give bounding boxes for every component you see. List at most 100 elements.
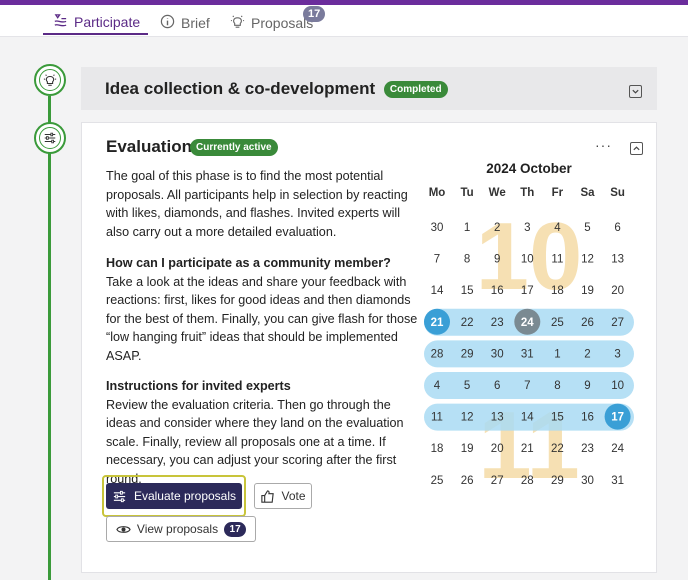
thumbs-up-icon bbox=[261, 489, 275, 503]
experts-text: Review the evaluation criteria. Then go … bbox=[106, 397, 404, 486]
calendar-day: 29 bbox=[461, 348, 474, 360]
experts-heading: Instructions for invited experts bbox=[106, 379, 291, 393]
calendar-day: 24 bbox=[611, 443, 624, 455]
weekday-label: We bbox=[489, 187, 506, 199]
community-section: How can I participate as a community mem… bbox=[106, 254, 418, 365]
phase1-status-badge: Completed bbox=[383, 81, 448, 98]
tab-participate[interactable]: Participate bbox=[43, 11, 148, 35]
calendar-day: 17 bbox=[521, 285, 534, 297]
calendar-day: 27 bbox=[611, 317, 624, 329]
tab-brief-label: Brief bbox=[181, 15, 210, 31]
calendar-day: 3 bbox=[614, 348, 620, 360]
calendar-day: 26 bbox=[581, 317, 594, 329]
lightbulb-icon bbox=[43, 74, 57, 86]
calendar-day: 28 bbox=[431, 348, 444, 360]
calendar-day: 16 bbox=[581, 412, 594, 424]
phase2-status-badge: Currently active bbox=[190, 139, 278, 156]
weekday-label: Tu bbox=[460, 187, 473, 199]
calendar-day: 16 bbox=[491, 285, 504, 297]
calendar-day: 30 bbox=[431, 222, 444, 234]
calendar-day: 6 bbox=[614, 222, 620, 234]
weekday-label: Sa bbox=[580, 187, 595, 199]
calendar-day: 6 bbox=[494, 380, 500, 392]
calendar-day: 30 bbox=[491, 348, 504, 360]
calendar-title: 2024 October bbox=[486, 161, 572, 176]
calendar-day: 25 bbox=[431, 475, 444, 487]
proposals-count-badge: 17 bbox=[303, 6, 326, 22]
calendar-day: 9 bbox=[494, 254, 500, 266]
lightbulb-icon bbox=[230, 14, 245, 32]
calendar-day: 25 bbox=[551, 317, 564, 329]
calendar-day: 1 bbox=[554, 348, 560, 360]
calendar-day: 20 bbox=[491, 443, 504, 455]
info-icon bbox=[160, 14, 175, 32]
calendar-day: 31 bbox=[521, 348, 534, 360]
calendar-day: 5 bbox=[464, 380, 470, 392]
calendar-day: 23 bbox=[491, 317, 504, 329]
calendar-day: 11 bbox=[431, 412, 443, 424]
calendar-day: 22 bbox=[551, 443, 564, 455]
calendar-day: 5 bbox=[584, 222, 590, 234]
view-proposals-button[interactable]: View proposals 17 bbox=[106, 516, 256, 542]
more-menu-button[interactable]: ··· bbox=[595, 137, 612, 153]
phase2-card: Evaluation Currently active ··· The goal… bbox=[81, 122, 657, 573]
calendar-day: 12 bbox=[581, 254, 594, 266]
calendar-day: 17 bbox=[611, 412, 624, 424]
calendar-day: 14 bbox=[431, 285, 444, 297]
calendar-day: 2 bbox=[494, 222, 500, 234]
weekday-label: Mo bbox=[429, 187, 446, 199]
community-text: Take a look at the ideas and share your … bbox=[106, 274, 418, 363]
calendar-day: 8 bbox=[554, 380, 560, 392]
weekday-label: Su bbox=[610, 187, 625, 199]
evaluate-proposals-button[interactable]: Evaluate proposals bbox=[106, 483, 242, 509]
view-proposals-label: View proposals bbox=[136, 522, 219, 536]
collapse-button[interactable] bbox=[630, 142, 643, 155]
calendar-day: 28 bbox=[521, 475, 534, 487]
calendar-day: 4 bbox=[434, 380, 441, 392]
phase1-title: Idea collection & co-development Complet… bbox=[105, 79, 448, 99]
calendar-day: 14 bbox=[521, 412, 534, 424]
calendar-day: 21 bbox=[521, 443, 534, 455]
tab-bar: Participate Brief Proposals 17 bbox=[0, 5, 688, 37]
tab-brief[interactable]: Brief bbox=[160, 11, 210, 35]
phase1-marker bbox=[34, 64, 66, 96]
tab-proposals[interactable]: Proposals bbox=[230, 11, 313, 35]
eye-icon bbox=[116, 525, 131, 533]
calendar-day: 26 bbox=[461, 475, 474, 487]
expand-button[interactable] bbox=[629, 85, 642, 98]
calendar-day: 12 bbox=[461, 412, 474, 424]
evaluate-proposals-label: Evaluate proposals bbox=[133, 489, 237, 503]
calendar-day: 11 bbox=[551, 254, 563, 266]
chevron-up-icon bbox=[633, 146, 640, 151]
chevron-down-icon bbox=[632, 89, 639, 94]
calendar-day: 18 bbox=[551, 285, 564, 297]
calendar-day: 9 bbox=[584, 380, 590, 392]
view-proposals-count: 17 bbox=[224, 521, 247, 537]
calendar-day: 29 bbox=[551, 475, 564, 487]
calendar-day: 15 bbox=[551, 412, 564, 424]
calendar-day: 7 bbox=[434, 254, 440, 266]
phase2-title: Evaluation bbox=[106, 137, 192, 156]
vote-button[interactable]: Vote bbox=[254, 483, 312, 509]
calendar-day: 10 bbox=[521, 254, 534, 266]
calendar-day: 1 bbox=[464, 222, 470, 234]
calendar-day: 27 bbox=[491, 475, 504, 487]
calendar-day: 8 bbox=[464, 254, 470, 266]
sliders-icon bbox=[113, 490, 126, 502]
calendar-day: 21 bbox=[431, 317, 444, 329]
calendar-day: 15 bbox=[461, 285, 474, 297]
calendar-day: 31 bbox=[611, 475, 624, 487]
tab-participate-label: Participate bbox=[74, 14, 141, 30]
calendar-day: 10 bbox=[611, 380, 624, 392]
calendar-day: 13 bbox=[491, 412, 504, 424]
experts-section: Instructions for invited experts Review … bbox=[106, 377, 418, 488]
calendar-day: 20 bbox=[611, 285, 624, 297]
calendar-day: 23 bbox=[581, 443, 594, 455]
calendar-day: 19 bbox=[581, 285, 594, 297]
calendar-day: 3 bbox=[524, 222, 530, 234]
phase1-card[interactable]: Idea collection & co-development Complet… bbox=[81, 67, 657, 110]
phase2-intro: The goal of this phase is to find the mo… bbox=[106, 169, 408, 239]
phase2-marker bbox=[34, 122, 66, 154]
vote-label: Vote bbox=[281, 489, 306, 503]
timeline-line bbox=[48, 96, 51, 580]
